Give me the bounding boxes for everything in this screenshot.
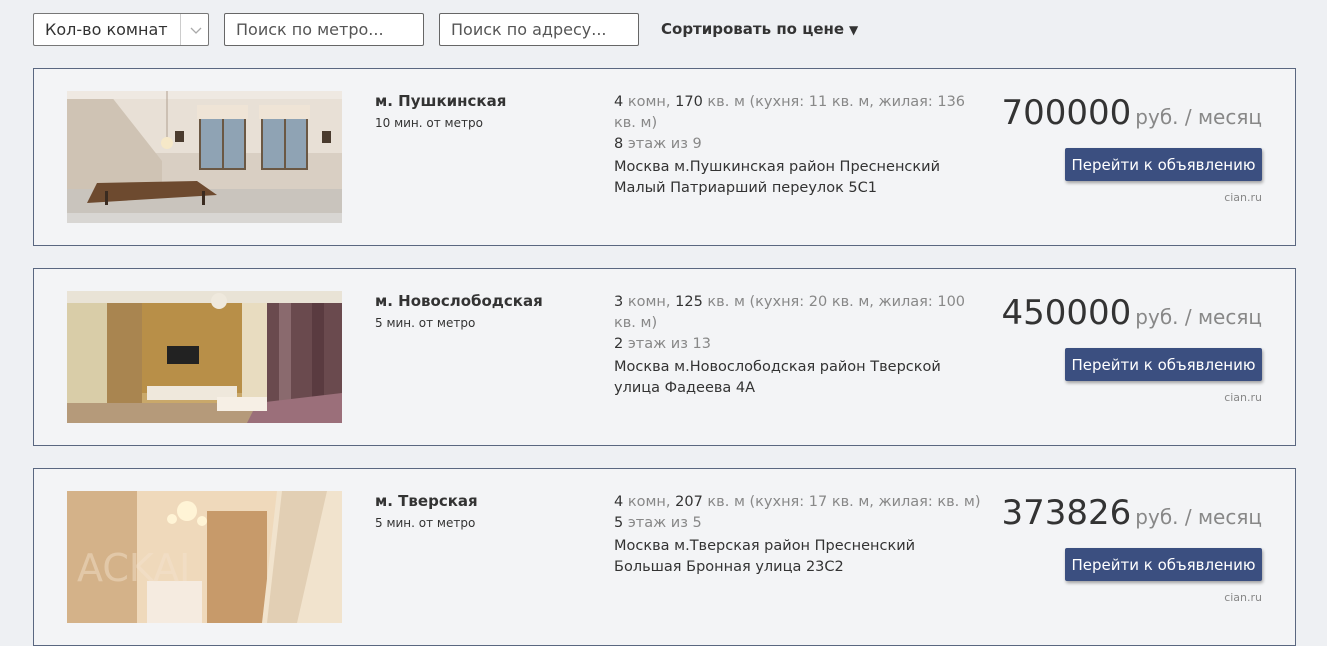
metro-station: м. Тверская (375, 492, 478, 510)
listing-address: Москва м.Тверская район Пресненский Боль… (614, 538, 916, 575)
rooms-select[interactable]: Кол-во комнат (33, 13, 209, 46)
rooms-unit: комн, (623, 294, 676, 310)
metro-station: м. Новослободская (375, 292, 543, 310)
listing-address: Москва м.Пушкинская район Пресненский Ма… (614, 159, 940, 196)
rooms-unit: комн, (623, 94, 676, 110)
sort-arrow-icon: ▼ (849, 23, 859, 37)
listing-price: 450000 руб. / месяц (1001, 293, 1262, 333)
floor-number: 8 (614, 136, 624, 152)
walk-time: 5 мин. от метро (375, 516, 476, 530)
listing-price: 700000 руб. / месяц (1001, 93, 1262, 133)
filter-toolbar: Кол-во комнат Сортировать по цене ▼ (33, 13, 1296, 46)
rooms-count: 4 (614, 94, 624, 110)
listing-source: cian.ru (1224, 191, 1262, 204)
price-unit: руб. / месяц (1135, 305, 1262, 329)
total-area: 170 (675, 94, 703, 110)
listing-specs: 4 комн, 170 кв. м (кухня: 11 кв. м, жила… (614, 92, 984, 155)
listing-address: Москва м.Новослободская район Тверской у… (614, 359, 941, 396)
listing-photo[interactable]: ACKAI (67, 491, 342, 623)
price-unit: руб. / месяц (1135, 105, 1262, 129)
listing-source: cian.ru (1224, 391, 1262, 404)
sort-by-price-button[interactable]: Сортировать по цене ▼ (661, 20, 858, 38)
rooms-count: 4 (614, 494, 624, 510)
listing-source: cian.ru (1224, 591, 1262, 604)
total-area: 125 (675, 294, 703, 310)
area-details: кв. м (кухня: 17 кв. м, жилая: кв. м) (702, 494, 981, 510)
total-area: 207 (675, 494, 703, 510)
select-separator (180, 14, 181, 45)
listing-photo[interactable] (67, 291, 342, 423)
sort-label: Сортировать по цене (661, 20, 845, 38)
listing-card: м. Новослободская 5 мин. от метро 3 комн… (33, 268, 1296, 446)
metro-search-input[interactable] (224, 13, 424, 46)
rooms-unit: комн, (623, 494, 676, 510)
rooms-count: 3 (614, 294, 624, 310)
listing-specs: 3 комн, 125 кв. м (кухня: 20 кв. м, жила… (614, 292, 984, 355)
svg-text:ACKAI: ACKAI (77, 546, 190, 590)
address-search-input[interactable] (439, 13, 639, 46)
walk-time: 5 мин. от метро (375, 316, 476, 330)
chevron-down-icon[interactable] (189, 24, 203, 36)
floor-details: этаж из 5 (623, 515, 702, 531)
listing-specs: 4 комн, 207 кв. м (кухня: 17 кв. м, жила… (614, 492, 984, 534)
floor-number: 2 (614, 336, 624, 352)
listing-photo[interactable] (67, 91, 342, 223)
walk-time: 10 мин. от метро (375, 116, 483, 130)
open-listing-button[interactable]: Перейти к объявлению (1065, 148, 1262, 181)
listing-card: ACKAI м. Тверская 5 мин. от метро 4 комн… (33, 468, 1296, 646)
floor-details: этаж из 9 (623, 136, 702, 152)
floor-number: 5 (614, 515, 624, 531)
open-listing-button[interactable]: Перейти к объявлению (1065, 548, 1262, 581)
floor-details: этаж из 13 (623, 336, 711, 352)
listing-card: м. Пушкинская 10 мин. от метро 4 комн, 1… (33, 68, 1296, 246)
price-unit: руб. / месяц (1135, 505, 1262, 529)
listing-price: 373826 руб. / месяц (1001, 493, 1262, 533)
open-listing-button[interactable]: Перейти к объявлению (1065, 348, 1262, 381)
metro-station: м. Пушкинская (375, 92, 507, 110)
price-amount: 700000 (1001, 93, 1132, 133)
rooms-select-value: Кол-во комнат (45, 20, 168, 39)
price-amount: 450000 (1001, 293, 1132, 333)
price-amount: 373826 (1001, 493, 1132, 533)
